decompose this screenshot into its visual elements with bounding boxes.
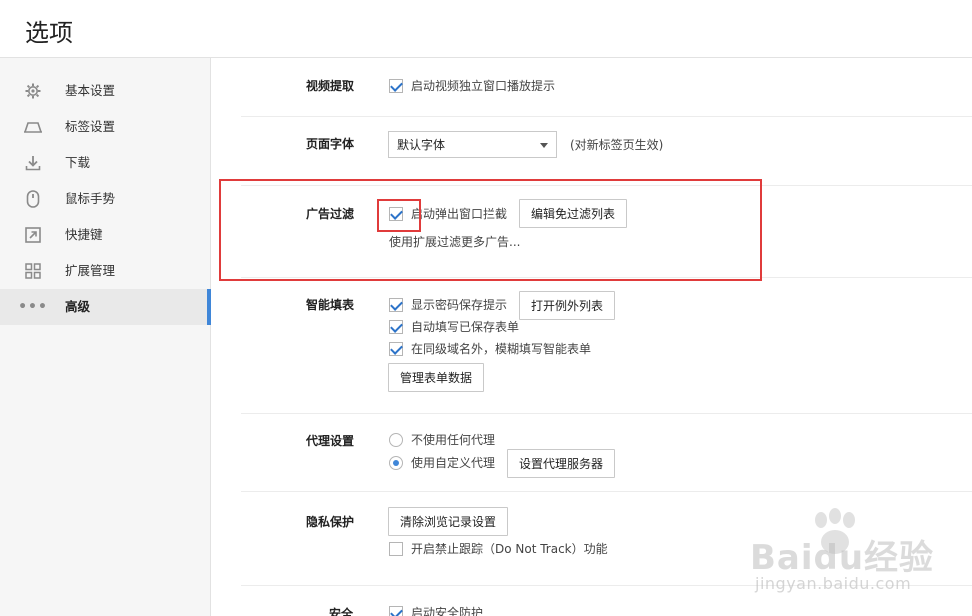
password-prompt-checkbox[interactable] bbox=[389, 298, 403, 312]
section-label-security: 安全 bbox=[329, 607, 354, 616]
sidebar-item-label: 快捷键 bbox=[65, 227, 103, 242]
fuzzy-fill-label: 在同级域名外，模糊填写智能表单 bbox=[411, 342, 592, 356]
window-header: 选项 bbox=[0, 0, 972, 58]
autofill-forms-checkbox[interactable] bbox=[389, 320, 403, 334]
gear-icon bbox=[24, 83, 42, 99]
sidebar-item-label: 标签设置 bbox=[65, 119, 116, 134]
no-proxy-label: 不使用任何代理 bbox=[411, 433, 496, 447]
video-popup-checkbox[interactable] bbox=[389, 79, 403, 93]
tab-icon bbox=[24, 119, 42, 135]
more-dots-icon: ••• bbox=[18, 299, 48, 315]
manage-form-data-button[interactable]: 管理表单数据 bbox=[388, 363, 484, 392]
sidebar-item-label: 扩展管理 bbox=[65, 263, 116, 278]
sidebar-item-mouse-gestures[interactable]: 鼠标手势 bbox=[0, 181, 210, 217]
sidebar-item-basic-settings[interactable]: 基本设置 bbox=[0, 73, 210, 109]
mouse-icon bbox=[24, 190, 42, 208]
watermark-url: jingyan.baidu.com bbox=[755, 574, 912, 593]
highlight-box-checkbox bbox=[377, 199, 421, 232]
font-select-value: 默认字体 bbox=[397, 138, 446, 152]
divider bbox=[241, 491, 972, 492]
security-checkbox[interactable] bbox=[389, 606, 403, 616]
sidebar-item-shortcuts[interactable]: 快捷键 bbox=[0, 217, 210, 253]
section-label-autofill: 智能填表 bbox=[306, 298, 355, 312]
sidebar-item-tab-settings[interactable]: 标签设置 bbox=[0, 109, 210, 145]
chevron-down-icon bbox=[540, 143, 548, 148]
section-label-font: 页面字体 bbox=[306, 137, 355, 151]
sidebar: 基本设置 标签设置 下载 鼠标手势 快捷键 扩展管理 ••• 高级 bbox=[0, 58, 211, 616]
autofill-forms-label: 自动填写已保存表单 bbox=[411, 320, 520, 334]
custom-proxy-label: 使用自定义代理 bbox=[411, 456, 496, 470]
sidebar-item-extensions[interactable]: 扩展管理 bbox=[0, 253, 210, 289]
do-not-track-checkbox[interactable] bbox=[389, 542, 403, 556]
clear-history-settings-button[interactable]: 清除浏览记录设置 bbox=[388, 507, 508, 536]
section-label-privacy: 隐私保护 bbox=[306, 515, 355, 529]
no-proxy-radio[interactable] bbox=[389, 433, 403, 447]
sidebar-item-label: 下载 bbox=[65, 155, 91, 170]
shortcut-icon bbox=[24, 227, 42, 243]
exceptions-list-button[interactable]: 打开例外列表 bbox=[519, 291, 615, 320]
page-title: 选项 bbox=[25, 19, 73, 47]
divider bbox=[241, 116, 972, 117]
sidebar-item-download[interactable]: 下载 bbox=[0, 145, 210, 181]
password-prompt-label: 显示密码保存提示 bbox=[411, 298, 508, 312]
custom-proxy-radio[interactable] bbox=[389, 456, 403, 470]
sidebar-item-label: 高级 bbox=[65, 299, 91, 314]
fuzzy-fill-checkbox[interactable] bbox=[389, 342, 403, 356]
sidebar-item-label: 基本设置 bbox=[65, 83, 116, 98]
section-label-proxy: 代理设置 bbox=[306, 434, 355, 448]
do-not-track-label: 开启禁止跟踪（Do Not Track）功能 bbox=[411, 542, 608, 556]
download-icon bbox=[24, 155, 42, 171]
sidebar-item-advanced[interactable]: ••• 高级 bbox=[0, 289, 211, 325]
font-note: (对新标签页生效) bbox=[570, 138, 664, 152]
extensions-icon bbox=[24, 263, 42, 279]
watermark: Baidu经验 jingyan.baidu.com bbox=[745, 508, 967, 608]
sidebar-item-label: 鼠标手势 bbox=[65, 191, 116, 206]
section-label-video: 视频提取 bbox=[306, 79, 355, 93]
video-popup-label: 启动视频独立窗口播放提示 bbox=[411, 79, 556, 93]
watermark-brand: Baidu经验 bbox=[750, 538, 935, 578]
security-label: 启动安全防护 bbox=[411, 606, 484, 616]
font-select[interactable]: 默认字体 bbox=[388, 131, 557, 158]
divider bbox=[241, 413, 972, 414]
proxy-server-button[interactable]: 设置代理服务器 bbox=[507, 449, 615, 478]
highlight-box-adfilter bbox=[219, 179, 762, 281]
